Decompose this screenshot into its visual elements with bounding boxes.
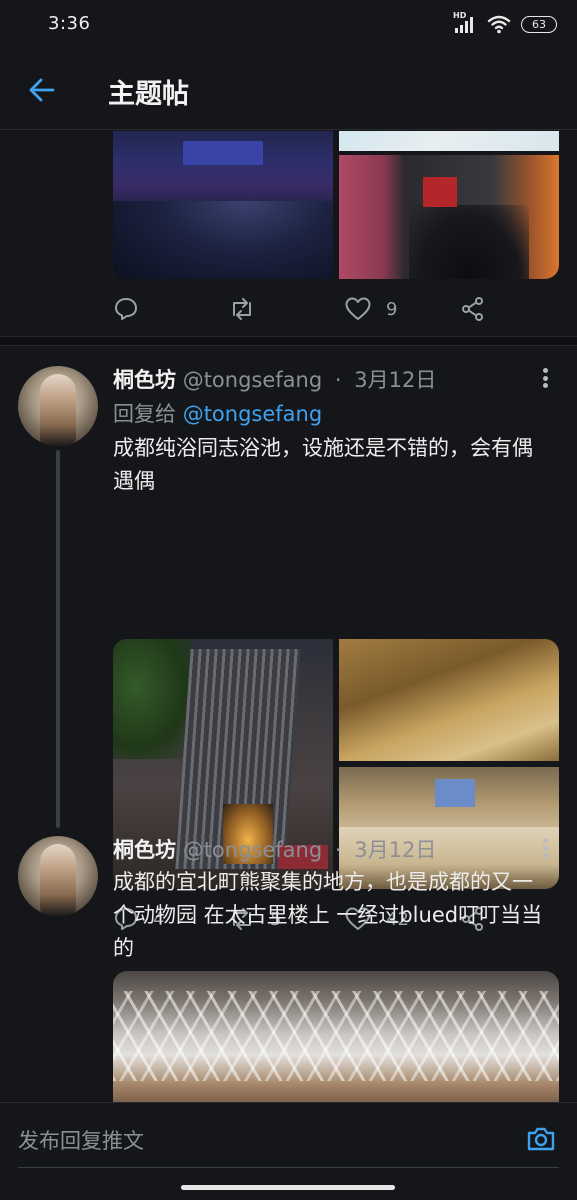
page-title: 主题帖: [108, 79, 189, 110]
retweet-icon: [233, 298, 251, 320]
arrow-left-icon: [29, 78, 55, 102]
reply-icon: [115, 298, 137, 320]
avatar[interactable]: [18, 366, 98, 446]
car-roof: [113, 201, 333, 279]
tweet[interactable]: 桐色坊 @tongsefang · 3月12日 回复给 @tongsefang …: [0, 346, 577, 931]
battery-icon: 63: [521, 15, 557, 33]
reply-mention-link[interactable]: @tongsefang: [183, 402, 322, 426]
retweet-button[interactable]: [228, 289, 270, 329]
tweet-actions: 9: [0, 289, 577, 329]
heart-icon: [345, 297, 371, 320]
tweet-image-street-night[interactable]: [113, 131, 333, 279]
avatar-figure: [40, 374, 76, 446]
more-options-icon[interactable]: [535, 836, 555, 860]
camera-button[interactable]: [525, 1123, 557, 1155]
like-count: 9: [386, 298, 398, 320]
tweet-text: 成都纯浴同志浴池，设施还是不错的，会有偶遇偶: [113, 436, 533, 493]
tweet-media[interactable]: [113, 971, 559, 1102]
status-bar: 3:36 HD 63: [0, 0, 577, 50]
tweet-image-elevator-crowd[interactable]: [339, 155, 559, 279]
light-garland: [113, 991, 559, 1081]
section-divider: [0, 336, 577, 346]
avatar[interactable]: [18, 836, 98, 916]
network-type-label: HD: [453, 11, 467, 20]
more-options-icon[interactable]: [535, 366, 555, 390]
like-button[interactable]: 9: [344, 289, 397, 329]
separator-dot: ·: [334, 368, 342, 392]
tweet[interactable]: 桐色坊 @tongsefang · 3月12日 成都的宜北町熊聚集的地方，也是成…: [0, 816, 577, 1102]
avatar-figure: [40, 844, 76, 916]
share-button[interactable]: [460, 289, 486, 329]
user-handle[interactable]: @tongsefang: [183, 368, 322, 392]
status-time: 3:36: [48, 13, 91, 34]
share-icon: [462, 297, 483, 321]
tweet-image-map[interactable]: [339, 131, 559, 151]
user-handle[interactable]: @tongsefang: [183, 838, 322, 862]
reply-prefix: 回复给: [113, 402, 176, 426]
tweet-header: 桐色坊 @tongsefang · 3月12日: [113, 364, 436, 394]
battery-level: 63: [532, 17, 546, 31]
tweet-media-grid[interactable]: [113, 131, 559, 279]
tweet-image-decorations[interactable]: [113, 971, 559, 1102]
tv-screen: [435, 779, 475, 807]
tweet-date[interactable]: 3月12日: [354, 838, 436, 862]
red-poster: [423, 177, 457, 207]
display-name[interactable]: 桐色坊: [113, 838, 176, 862]
tweet-feed[interactable]: 9 桐色坊 @tongsefang · 3月12日 回复给 @tongsefan…: [0, 131, 577, 1102]
reply-button[interactable]: [113, 289, 153, 329]
tweet-date[interactable]: 3月12日: [354, 368, 436, 392]
sign-lights: [183, 141, 263, 165]
display-name[interactable]: 桐色坊: [113, 368, 176, 392]
thread-line: [56, 450, 60, 828]
status-icons: HD 63: [453, 11, 557, 34]
tweet-header: 桐色坊 @tongsefang · 3月12日: [113, 834, 436, 864]
wifi-icon: [487, 15, 511, 34]
tweet-text: 成都的宜北町熊聚集的地方，也是成都的又一个动物园 在太古里楼上 一经过blued…: [113, 870, 543, 960]
back-button[interactable]: [24, 72, 60, 108]
separator-dot: ·: [334, 838, 342, 862]
camera-icon: [527, 1127, 555, 1151]
previous-tweet[interactable]: 9: [0, 131, 577, 336]
cellular-signal-icon: HD: [453, 11, 477, 34]
reply-input[interactable]: 发布回复推文: [18, 1125, 144, 1155]
tree: [113, 639, 193, 759]
reply-context: 回复给 @tongsefang: [113, 398, 322, 428]
input-underline: [18, 1167, 559, 1168]
crowd: [409, 205, 529, 279]
app-header: 主题帖: [0, 50, 577, 130]
home-indicator[interactable]: [181, 1185, 395, 1190]
tweet-image-lockers[interactable]: [339, 639, 559, 761]
